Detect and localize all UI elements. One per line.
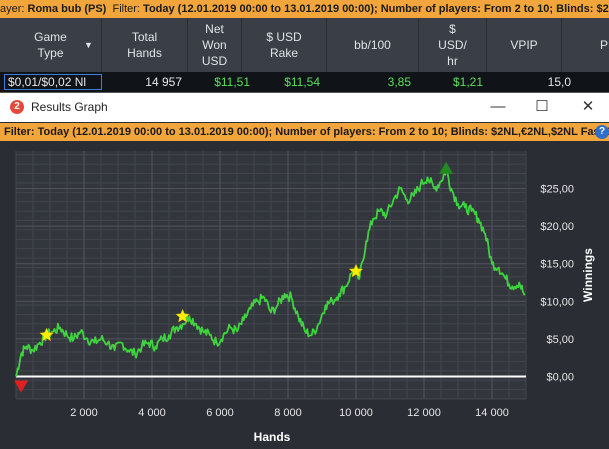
header-net-won[interactable]: Net Won USD bbox=[188, 18, 242, 72]
y-tick-label: $15,00 bbox=[540, 259, 574, 271]
graph-filter-text: Filter: Today (12.01.2019 00:00 to 13.01… bbox=[4, 126, 609, 138]
graph-filter-bar[interactable]: Filter: Today (12.01.2019 00:00 to 13.01… bbox=[0, 123, 609, 141]
header-usd-hr[interactable]: $ USD/ hr bbox=[419, 18, 487, 72]
help-icon[interactable]: ? bbox=[595, 125, 609, 139]
app-logo-icon: 2 bbox=[10, 100, 24, 114]
title-bar[interactable]: 2 Results Graph — ☐ ✕ bbox=[0, 93, 609, 122]
header-bb100[interactable]: bb/100 bbox=[327, 18, 419, 72]
header-vpip[interactable]: VPIP bbox=[487, 18, 562, 72]
x-tick-label: 10 000 bbox=[339, 407, 373, 419]
x-tick-label: 12 000 bbox=[407, 407, 441, 419]
cell-usd-hr: $1,21 bbox=[452, 75, 483, 89]
graph-area: $0,00 $5,00 $10,00 $15,00 $20,00 $25,00 2 000 4… bbox=[0, 141, 609, 449]
x-tick-label: 8 000 bbox=[274, 407, 302, 419]
window-title: Results Graph bbox=[31, 100, 108, 114]
cell-total-hands: 14 957 bbox=[145, 75, 182, 89]
x-tick-label: 2 000 bbox=[70, 407, 98, 419]
player-prefix: ayer: bbox=[0, 3, 28, 15]
x-tick-label: 4 000 bbox=[138, 407, 166, 419]
table-row[interactable]: $0,01/$0,02 Nl 14 957 $11,51 $11,54 3,85… bbox=[0, 72, 609, 92]
y-tick-label: $0,00 bbox=[546, 371, 574, 383]
cell-bb100: 3,85 bbox=[387, 75, 411, 89]
header-pf[interactable]: PF bbox=[562, 18, 609, 72]
header-rake[interactable]: $ USD Rake bbox=[242, 18, 327, 72]
dropdown-arrow-icon[interactable]: ▼ bbox=[84, 40, 93, 50]
top-filter-bar: ayer: Roma bub (PS) Filter: Today (12.01… bbox=[0, 0, 609, 18]
top-filter-text: Today (12.01.2019 00:00 to 13.01.2019 00… bbox=[143, 3, 609, 15]
y-tick-label: $5,00 bbox=[546, 334, 574, 346]
y-tick-label: $10,00 bbox=[540, 296, 574, 308]
x-axis-label: Hands bbox=[254, 430, 291, 444]
header-total-hands[interactable]: Total Hands bbox=[102, 18, 188, 72]
player-name[interactable]: Roma bub (PS) bbox=[28, 3, 107, 15]
maximize-button[interactable]: ☐ bbox=[527, 96, 557, 118]
y-tick-label: $20,00 bbox=[540, 221, 574, 233]
top-filter-label: Filter: bbox=[112, 3, 144, 15]
minimize-button[interactable]: — bbox=[483, 96, 513, 118]
cell-net-won: $11,51 bbox=[214, 75, 250, 89]
close-button[interactable]: ✕ bbox=[573, 96, 603, 118]
x-tick-label: 6 000 bbox=[206, 407, 234, 419]
cell-game-type: $0,01/$0,02 Nl bbox=[8, 75, 87, 89]
x-tick-label: 14 000 bbox=[475, 407, 509, 419]
results-graph-window: 2 Results Graph — ☐ ✕ Filter: Today (12.… bbox=[0, 92, 609, 449]
y-tick-label: $25,00 bbox=[540, 184, 574, 196]
results-chart: $0,00 $5,00 $10,00 $15,00 $20,00 $25,00 2 000 4… bbox=[0, 141, 609, 449]
y-axis-label: Winnings bbox=[581, 248, 595, 302]
cell-rake: $11,54 bbox=[284, 75, 320, 89]
cell-vpip: 15,0 bbox=[547, 75, 571, 89]
stats-table-header: Game Type Total Hands Net Won USD $ USD … bbox=[0, 18, 609, 72]
